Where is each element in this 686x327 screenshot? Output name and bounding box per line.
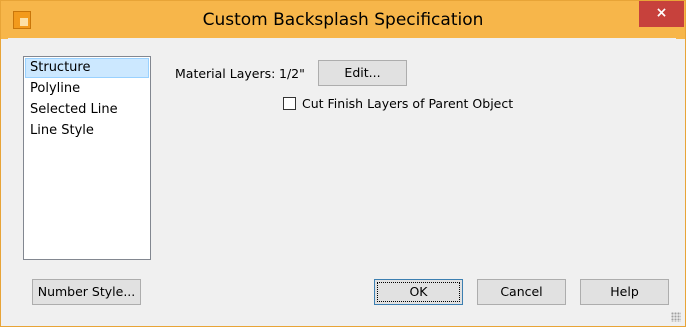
category-item-line-style[interactable]: Line Style xyxy=(25,121,149,141)
resize-grip-icon[interactable] xyxy=(671,312,681,322)
title-bar[interactable]: Custom Backsplash Specification × xyxy=(1,1,685,39)
edit-material-layers-button[interactable]: Edit... xyxy=(318,60,407,86)
cut-finish-layers-label[interactable]: Cut Finish Layers of Parent Object xyxy=(302,96,513,111)
help-button[interactable]: Help xyxy=(580,279,669,305)
cancel-button[interactable]: Cancel xyxy=(477,279,566,305)
focus-ring xyxy=(377,282,460,302)
category-item-structure[interactable]: Structure xyxy=(25,58,149,78)
category-list[interactable]: Structure Polyline Selected Line Line St… xyxy=(23,56,151,260)
material-layers-label: Material Layers: xyxy=(175,66,276,81)
close-button[interactable]: × xyxy=(639,1,684,27)
category-item-polyline[interactable]: Polyline xyxy=(25,79,149,99)
material-layers-value: 1/2" xyxy=(279,66,305,81)
category-item-selected-line[interactable]: Selected Line xyxy=(25,100,149,120)
number-style-button[interactable]: Number Style... xyxy=(32,279,141,305)
dialog-title: Custom Backsplash Specification xyxy=(202,10,484,30)
cut-finish-layers-checkbox[interactable] xyxy=(283,97,296,110)
ok-button[interactable]: OK xyxy=(374,279,463,305)
